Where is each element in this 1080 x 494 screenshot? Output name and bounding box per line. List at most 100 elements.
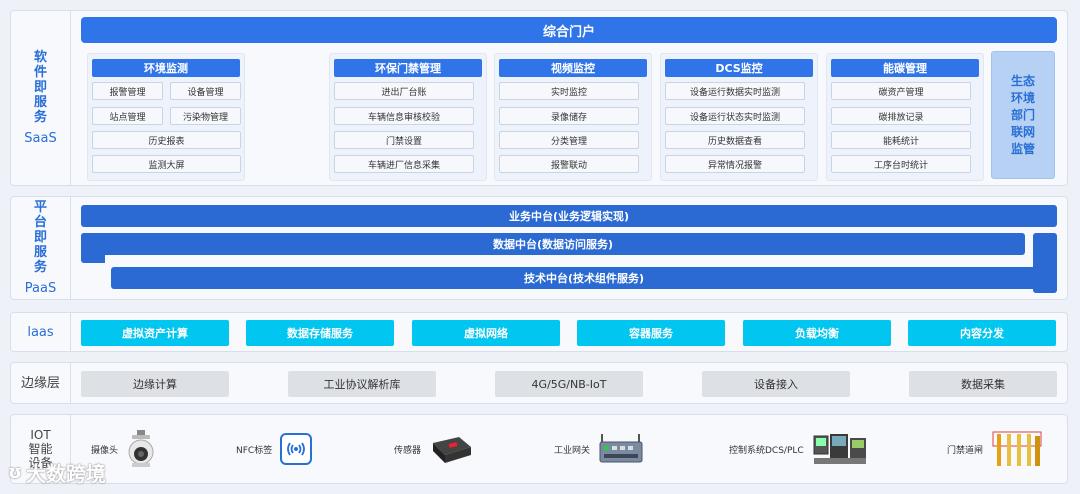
saas-label-char: 务 [33, 110, 47, 125]
paas-label-char: 即 [33, 230, 47, 245]
device-name: 传感器 [394, 445, 422, 456]
module-item: 分类管理 [499, 131, 639, 149]
edge-item: 设备接入 [702, 371, 850, 397]
eco-line: 监管 [1010, 141, 1035, 156]
eco-line: 环境 [1010, 90, 1035, 105]
module-item: 实时监控 [499, 82, 639, 100]
iot-label-line: 智能 [28, 442, 53, 456]
saas-label-char: 服 [33, 95, 47, 110]
barrier-gate-icon [992, 431, 1042, 466]
plc-icon [813, 434, 866, 464]
tech-middle-platform: 技术中台(技术组件服务) [111, 267, 1057, 289]
module-item: 进出厂台账 [334, 82, 474, 100]
iaas-item: 内容分发 [908, 320, 1056, 346]
saas-label-char: 件 [33, 65, 47, 80]
module-item: 历史报表 [92, 131, 241, 149]
edge-item: 工业协议解析库 [288, 371, 436, 397]
edge-item: 边缘计算 [81, 371, 229, 397]
device-sensor: 传感器 [394, 429, 475, 469]
module-energy-carbon: 能碳管理 碳资产管理 碳排放记录 能耗统计 工序台时统计 [826, 53, 984, 181]
camera-icon [128, 430, 154, 467]
module-item: 车辆进厂信息采集 [334, 155, 474, 173]
module-item: 污染物管理 [170, 107, 241, 125]
paas-layer-label: 平 台 即 服 务 PaaS [11, 197, 71, 299]
eco-line: 部门 [1010, 107, 1035, 122]
module-item: 碳排放记录 [831, 107, 971, 125]
module-item: 设备运行数据实时监测 [665, 82, 805, 100]
iaas-item: 虚拟资产计算 [81, 320, 229, 346]
module-title: 能碳管理 [831, 59, 979, 77]
module-item: 异常情况报警 [665, 155, 805, 173]
architecture-diagram: 软 件 即 服 务 SaaS 综合门户 环境监测 报警管理 设备管理 站点管理 … [0, 0, 1080, 494]
sensor-icon [433, 437, 472, 463]
iaas-label: laas [27, 324, 54, 340]
iot-layer: IOT 智能 设备 摄像头 NFC标签 传感器 工业网关 控制系统DCS/PLC… [10, 414, 1068, 484]
module-item: 能耗统计 [831, 131, 971, 149]
device-name: NFC标签 [236, 445, 273, 456]
paas-label-char: 平 [33, 200, 47, 215]
module-item: 碳资产管理 [831, 82, 971, 100]
eco-department-box: 生态 环境 部门 联网 监管 [991, 51, 1055, 179]
edge-layer-label: 边缘层 [11, 363, 71, 403]
device-name: 门禁道闸 [947, 445, 984, 456]
iaas-layer: laas 虚拟资产计算 数据存储服务 虚拟网络 容器服务 负载均衡 内容分发 [10, 312, 1068, 352]
module-item: 门禁设置 [334, 131, 474, 149]
module-item: 录像储存 [499, 107, 639, 125]
module-item: 设备管理 [170, 82, 241, 100]
device-name: 控制系统DCS/PLC [729, 445, 804, 456]
module-title: 环保门禁管理 [334, 59, 482, 77]
module-item: 工序台时统计 [831, 155, 971, 173]
watermark-text: 大数跨境 [25, 462, 106, 486]
module-item: 历史数据查看 [665, 131, 805, 149]
edge-label: 边缘层 [20, 375, 60, 391]
gateway-icon [599, 434, 643, 463]
module-title: 视频监控 [499, 59, 647, 77]
nfc-tag-icon [280, 433, 313, 465]
saas-label-sub: SaaS [24, 131, 57, 146]
module-title: DCS监控 [665, 59, 813, 77]
iaas-layer-label: laas [11, 313, 71, 351]
device-barrier-gate: 门禁道闸 [947, 429, 1043, 469]
module-item: 报警联动 [499, 155, 639, 173]
module-environment-monitoring: 环境监测 报警管理 设备管理 站点管理 污染物管理 历史报表 监测大屏 [87, 53, 245, 181]
saas-label-char: 即 [33, 80, 47, 95]
eco-line: 联网 [1010, 124, 1035, 139]
watermark: ʊ 大数跨境 [8, 458, 106, 487]
module-gate-management: 环保门禁管理 进出厂台账 车辆信息审核校验 门禁设置 车辆进厂信息采集 [329, 53, 487, 181]
paas-label-char: 务 [33, 260, 47, 275]
module-video-monitoring: 视频监控 实时监控 录像储存 分类管理 报警联动 [494, 53, 652, 181]
iaas-item: 虚拟网络 [412, 320, 560, 346]
paas-layer: 平 台 即 服 务 PaaS 业务中台(业务逻辑实现) 数据中台(数据访问服务)… [10, 196, 1068, 300]
device-nfc: NFC标签 [236, 429, 313, 469]
edge-item: 数据采集 [909, 371, 1057, 397]
module-title: 环境监测 [92, 59, 240, 77]
iaas-item: 数据存储服务 [246, 320, 394, 346]
module-item: 站点管理 [92, 107, 163, 125]
paas-label-char: 台 [33, 215, 47, 230]
paas-frame: 数据中台(数据访问服务) 技术中台(技术组件服务) [81, 233, 1057, 293]
module-dcs-monitoring: DCS监控 设备运行数据实时监测 设备运行状态实时监测 历史数据查看 异常情况报… [660, 53, 818, 181]
module-item: 车辆信息审核校验 [334, 107, 474, 125]
device-name: 摄像头 [91, 445, 119, 456]
eco-line: 生态 [1010, 73, 1035, 88]
iaas-item: 负载均衡 [743, 320, 891, 346]
saas-label-char: 软 [33, 50, 47, 65]
watermark-logo-icon: ʊ [8, 462, 22, 483]
iot-label-line: IOT [30, 428, 51, 442]
business-middle-platform: 业务中台(业务逻辑实现) [81, 205, 1057, 227]
module-item: 报警管理 [92, 82, 163, 100]
module-item: 设备运行状态实时监测 [665, 107, 805, 125]
module-item: 监测大屏 [92, 155, 241, 173]
device-gateway: 工业网关 [554, 429, 644, 469]
portal-bar: 综合门户 [81, 17, 1057, 43]
device-name: 工业网关 [554, 445, 591, 456]
paas-label-char: 服 [33, 245, 47, 260]
iaas-item: 容器服务 [577, 320, 725, 346]
data-middle-platform: 数据中台(数据访问服务) [492, 238, 614, 251]
edge-layer: 边缘层 边缘计算 工业协议解析库 4G/5G/NB-IoT 设备接入 数据采集 [10, 362, 1068, 404]
edge-item: 4G/5G/NB-IoT [495, 371, 643, 397]
saas-layer-label: 软 件 即 服 务 SaaS [11, 11, 71, 185]
device-plc: 控制系统DCS/PLC [729, 429, 868, 469]
saas-layer: 软 件 即 服 务 SaaS 综合门户 环境监测 报警管理 设备管理 站点管理 … [10, 10, 1068, 186]
paas-label-sub: PaaS [24, 281, 57, 296]
